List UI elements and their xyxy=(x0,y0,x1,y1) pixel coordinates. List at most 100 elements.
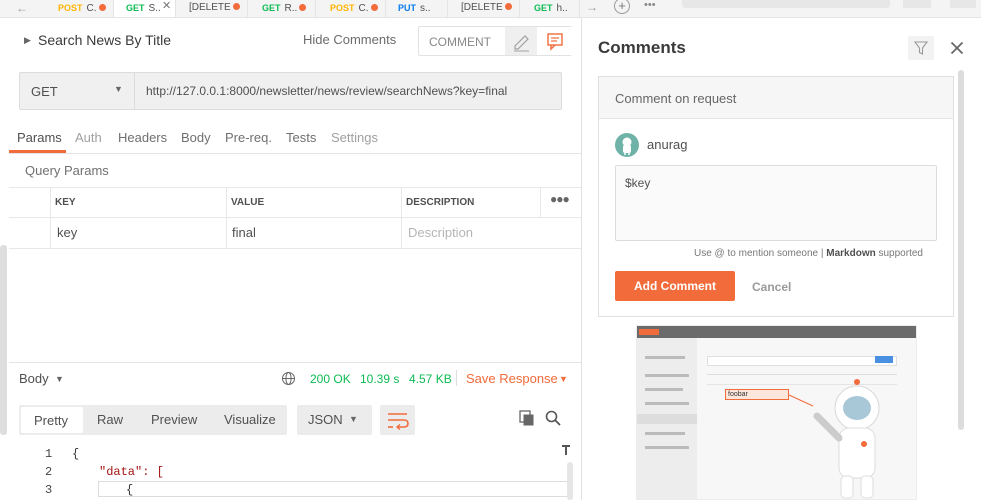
close-icon[interactable] xyxy=(950,41,964,55)
code-line: "data": [ xyxy=(99,465,164,479)
chevron-down-icon: ▼ xyxy=(114,84,123,94)
chevron-down-icon: ▼ xyxy=(349,414,358,424)
illustration-highlight: foobar xyxy=(725,389,789,400)
collapse-caret-icon[interactable]: ▶ xyxy=(24,35,31,46)
environment-quicklook-button[interactable] xyxy=(903,0,931,8)
tab-params[interactable]: Params xyxy=(17,130,62,145)
tab-put-s[interactable]: PUT s.. xyxy=(386,0,448,17)
view-preview-button[interactable]: Preview xyxy=(151,412,197,427)
wrap-icon xyxy=(388,413,409,431)
col-divider xyxy=(540,187,541,217)
col-divider xyxy=(50,187,51,248)
tab-tests[interactable]: Tests xyxy=(286,130,316,145)
pencil-icon xyxy=(514,35,529,52)
comment-mode-button[interactable] xyxy=(538,27,572,55)
response-time[interactable]: 10.39 s xyxy=(360,372,399,386)
cancel-button[interactable]: Cancel xyxy=(752,280,791,294)
tab-get-h[interactable]: GET h.. xyxy=(520,0,580,17)
filter-button[interactable] xyxy=(908,36,934,60)
request-name[interactable]: Search News By Title xyxy=(38,32,171,48)
view-pretty-button[interactable]: Pretty xyxy=(21,407,83,433)
user-avatar-icon xyxy=(622,137,632,155)
format-select[interactable]: JSON ▼ xyxy=(297,405,372,435)
code-line: { xyxy=(126,483,134,497)
tab-get-search[interactable]: GET S.. ✕ xyxy=(114,0,176,17)
comment-username: anurag xyxy=(647,137,688,152)
more-tabs-icon[interactable]: ••• xyxy=(644,0,656,11)
tab-settings[interactable]: Settings xyxy=(331,130,378,145)
left-scrollbar[interactable] xyxy=(0,245,7,435)
request-tab-bar: ← POST C. GET S.. ✕ [DELETE GET R.. POST C. … xyxy=(0,0,981,18)
url-input[interactable]: http://127.0.0.1:8000/newsletter/news/re… xyxy=(146,84,507,98)
tab-headers[interactable]: Headers xyxy=(118,130,167,145)
back-arrow-icon[interactable]: ← xyxy=(16,1,28,15)
status-code[interactable]: 200 OK xyxy=(310,372,351,386)
hide-comments-link[interactable]: Hide Comments xyxy=(303,32,396,47)
new-tab-plus-icon[interactable]: + xyxy=(614,0,630,14)
response-divider xyxy=(9,362,581,363)
edit-mode-button[interactable] xyxy=(505,27,537,55)
table-options-icon[interactable]: ●●● xyxy=(550,192,570,206)
comment-panel-header: Comment on request xyxy=(599,77,953,119)
astronaut-icon xyxy=(788,379,880,499)
unsaved-dot xyxy=(98,4,106,11)
editor-scrollbar[interactable] xyxy=(567,462,573,500)
unsaved-dot xyxy=(370,4,378,11)
tab-delete[interactable]: [DELETE xyxy=(176,0,248,17)
param-value-cell[interactable]: final xyxy=(232,225,256,240)
wrap-lines-button[interactable] xyxy=(380,405,415,435)
view-raw-button[interactable]: Raw xyxy=(97,412,123,427)
code-line: { xyxy=(72,447,80,461)
param-key-cell[interactable]: key xyxy=(57,225,77,240)
comment-on-request-label: Comment on request xyxy=(615,91,737,106)
response-body-label[interactable]: Body xyxy=(19,371,49,386)
comments-illustration: foobar xyxy=(636,325,917,500)
save-response-button[interactable]: Save Response xyxy=(466,371,558,386)
method-select[interactable]: GET ▼ xyxy=(20,73,135,109)
column-header-value: VALUE xyxy=(231,197,265,208)
col-divider xyxy=(226,187,227,248)
tab-post-c[interactable]: POST C. xyxy=(46,0,114,17)
url-bar: GET ▼ http://127.0.0.1:8000/newsletter/n… xyxy=(19,72,562,110)
comment-icon xyxy=(547,33,563,51)
avatar xyxy=(615,133,639,157)
tab-body[interactable]: Body xyxy=(181,130,211,145)
globe-icon[interactable] xyxy=(281,371,296,386)
chevron-down-icon[interactable]: ▼ xyxy=(559,374,568,384)
forward-arrow-icon[interactable]: → xyxy=(586,0,598,14)
column-header-description: DESCRIPTION xyxy=(406,197,475,208)
response-view-group: Pretty Raw Preview Visualize xyxy=(19,405,287,435)
param-description-cell[interactable]: Description xyxy=(408,225,473,240)
unsaved-dot xyxy=(504,3,512,10)
settings-button[interactable] xyxy=(950,0,976,8)
add-comment-button[interactable]: Add Comment xyxy=(615,271,735,301)
unsaved-dot xyxy=(299,4,307,11)
view-visualize-button[interactable]: Visualize xyxy=(224,412,276,427)
column-header-key: KEY xyxy=(55,197,76,208)
tab-get-r[interactable]: GET R.. xyxy=(248,0,316,17)
close-tab-icon[interactable]: ✕ xyxy=(162,0,171,12)
pane-splitter[interactable] xyxy=(581,18,582,500)
divider xyxy=(9,153,581,154)
response-size[interactable]: 4.57 KB xyxy=(409,372,452,386)
table-border-top xyxy=(9,187,581,188)
chevron-down-icon[interactable]: ▼ xyxy=(55,374,64,384)
unsaved-dot xyxy=(232,3,240,10)
illustration-accent xyxy=(639,329,659,335)
line-number: 2 xyxy=(45,465,53,479)
search-icon[interactable] xyxy=(545,410,561,426)
tab-pre-request[interactable]: Pre-req. xyxy=(225,130,272,145)
comment-textarea[interactable]: $key xyxy=(615,165,937,241)
filter-icon xyxy=(913,41,929,55)
tab-auth[interactable]: Auth xyxy=(75,130,102,145)
col-divider xyxy=(401,187,402,248)
environment-selector[interactable] xyxy=(682,0,890,8)
tab-delete-2[interactable]: [DELETE xyxy=(448,0,520,17)
tab-post-c2[interactable]: POST C. xyxy=(316,0,386,17)
comment-label: COMMENT xyxy=(429,35,491,49)
comments-scrollbar[interactable] xyxy=(958,70,964,430)
divider xyxy=(456,370,457,386)
scroll-to-top-icon xyxy=(565,447,567,455)
active-line-highlight xyxy=(98,481,572,497)
copy-icon[interactable] xyxy=(519,410,535,426)
